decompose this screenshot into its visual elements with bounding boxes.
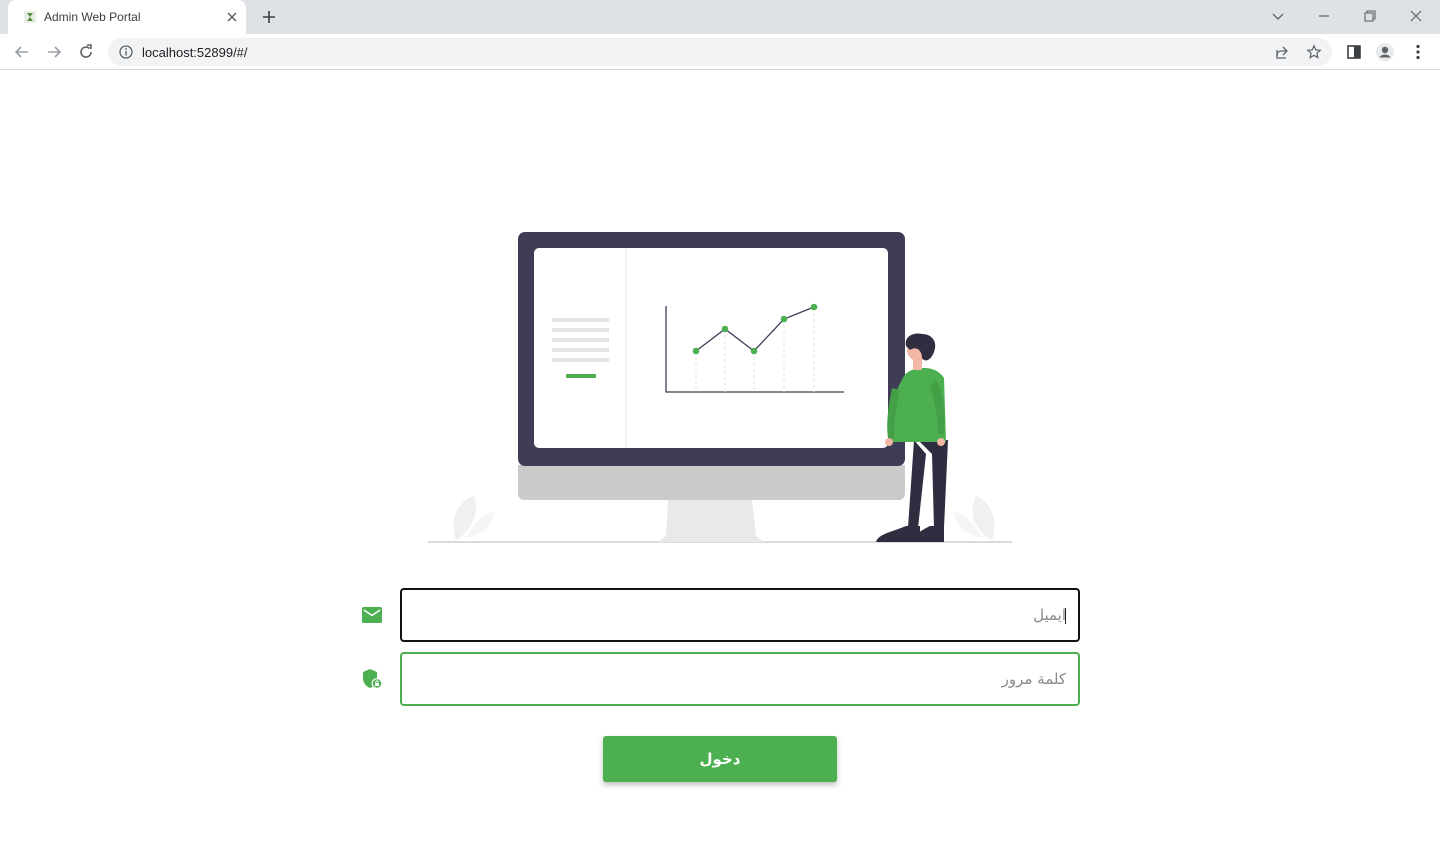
text-cursor — [1065, 608, 1066, 624]
tab-close-icon[interactable] — [224, 9, 240, 25]
site-info-icon[interactable] — [118, 44, 134, 60]
envelope-icon — [362, 607, 382, 623]
favicon-icon — [24, 11, 36, 23]
email-field[interactable] — [400, 588, 1080, 642]
forward-icon[interactable] — [44, 42, 64, 62]
share-icon[interactable] — [1274, 44, 1290, 60]
bookmark-star-icon[interactable] — [1306, 44, 1322, 60]
reload-icon[interactable] — [76, 42, 96, 62]
shield-lock-icon — [363, 669, 383, 689]
browser-toolbar: localhost:52899/#/ — [0, 34, 1440, 70]
browser-tab[interactable]: Admin Web Portal — [8, 0, 246, 34]
email-input[interactable] — [402, 590, 1078, 640]
tab-search-icon[interactable] — [1268, 6, 1288, 26]
close-window-icon[interactable] — [1406, 6, 1426, 26]
restore-icon[interactable] — [1360, 6, 1380, 26]
side-panel-icon[interactable] — [1344, 42, 1364, 62]
browser-tabstrip: Admin Web Portal — [0, 0, 1440, 34]
address-bar[interactable]: localhost:52899/#/ — [108, 38, 1332, 66]
tab-title: Admin Web Portal — [44, 10, 141, 24]
login-button[interactable]: دخول — [603, 736, 837, 782]
dashboard-illustration — [428, 232, 1012, 543]
password-input[interactable] — [402, 654, 1078, 704]
url-text: localhost:52899/#/ — [142, 45, 248, 60]
profile-avatar-icon[interactable] — [1375, 42, 1395, 62]
back-icon[interactable] — [12, 42, 32, 62]
browser-menu-icon[interactable] — [1408, 42, 1428, 62]
new-tab-icon[interactable] — [260, 8, 278, 26]
minimize-icon[interactable] — [1314, 6, 1334, 26]
password-field[interactable] — [400, 652, 1080, 706]
